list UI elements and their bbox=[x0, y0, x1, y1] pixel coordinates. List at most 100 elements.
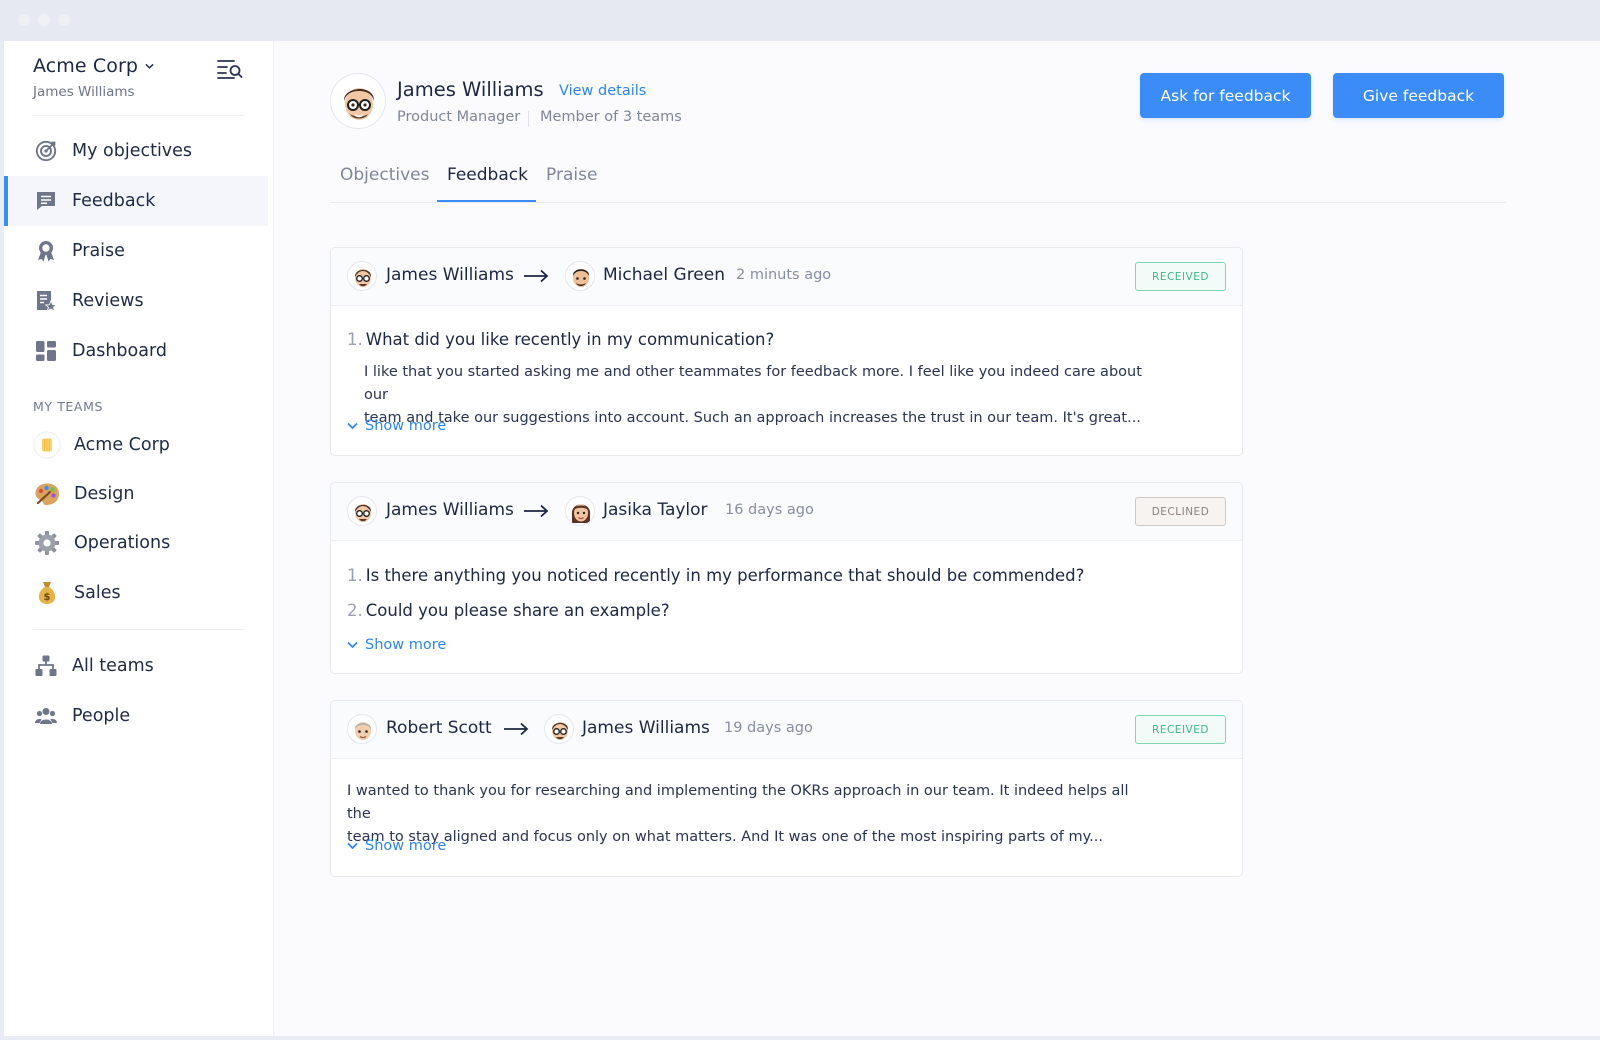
timestamp: 2 minuts ago bbox=[736, 267, 832, 283]
nav-item-feedback[interactable]: Feedback bbox=[4, 176, 268, 226]
recipient-name: Jasika Taylor bbox=[603, 500, 708, 520]
app-window: Acme Corp James Williams My objectives F… bbox=[4, 41, 1600, 1036]
svg-text:$: $ bbox=[44, 592, 51, 603]
dashboard-icon bbox=[36, 341, 56, 361]
status-badge: RECEIVED bbox=[1135, 262, 1226, 291]
nav-item-praise[interactable]: Praise bbox=[4, 226, 268, 276]
nav-label: Dashboard bbox=[72, 341, 167, 361]
nav-item-all-teams[interactable]: All teams bbox=[4, 641, 268, 691]
give-feedback-button[interactable]: Give feedback bbox=[1333, 73, 1504, 118]
feedback-card-header: Robert Scott James Williams 19 days ago … bbox=[331, 701, 1242, 759]
tab-feedback[interactable]: Feedback bbox=[447, 165, 528, 185]
tab-praise[interactable]: Praise bbox=[546, 165, 597, 185]
team-label: Design bbox=[74, 484, 135, 504]
answer-text: I like that you started asking me and ot… bbox=[364, 361, 1164, 430]
my-teams-heading: MY TEAMS bbox=[33, 399, 103, 414]
target-icon bbox=[35, 140, 57, 162]
status-badge: DECLINED bbox=[1135, 497, 1226, 526]
team-label: Acme Corp bbox=[74, 435, 170, 455]
avatar bbox=[347, 496, 377, 526]
show-more-link[interactable]: Show more bbox=[347, 418, 446, 434]
arrow-right-icon bbox=[504, 722, 529, 736]
recipient-name: Michael Green bbox=[603, 265, 725, 285]
window-title-bar bbox=[0, 0, 1600, 41]
award-icon bbox=[38, 241, 54, 262]
team-item-sales[interactable]: $ Sales bbox=[4, 570, 268, 616]
profile-name: James Williams bbox=[397, 78, 544, 101]
avatar bbox=[565, 261, 595, 291]
memoji-glasses-icon bbox=[551, 722, 569, 740]
memoji-icon bbox=[354, 722, 372, 740]
nav-label: People bbox=[72, 706, 131, 726]
nav-item-people[interactable]: People bbox=[4, 691, 268, 741]
org-name: Acme Corp bbox=[33, 55, 139, 77]
sender-name: James Williams bbox=[386, 265, 514, 285]
nav-label: Praise bbox=[72, 241, 125, 261]
avatar bbox=[347, 261, 377, 291]
recipient-name: James Williams bbox=[582, 718, 710, 738]
show-more-label: Show more bbox=[365, 418, 447, 434]
feedback-card: James Williams Jasika Taylor 16 days ago… bbox=[330, 482, 1243, 674]
ask-for-feedback-button[interactable]: Ask for feedback bbox=[1140, 73, 1311, 118]
chevron-down-icon bbox=[347, 641, 358, 649]
menu-search-icon[interactable] bbox=[217, 58, 243, 80]
question-text: Is there anything you noticed recently i… bbox=[365, 566, 1085, 585]
nav-label: Reviews bbox=[72, 291, 144, 311]
arrow-right-icon bbox=[524, 269, 549, 283]
palette-icon bbox=[35, 483, 59, 505]
team-item-acme-corp[interactable]: Acme Corp bbox=[4, 422, 268, 468]
nav-label: Feedback bbox=[72, 191, 156, 211]
nav-item-my-objectives[interactable]: My objectives bbox=[4, 126, 268, 176]
sidebar-divider bbox=[33, 629, 244, 630]
memoji-icon bbox=[571, 504, 591, 523]
chat-icon bbox=[37, 192, 55, 210]
chevron-down-icon bbox=[347, 422, 358, 430]
avatar bbox=[347, 714, 377, 744]
nav-item-dashboard[interactable]: Dashboard bbox=[4, 326, 268, 376]
nav-label: All teams bbox=[72, 656, 154, 676]
show-more-label: Show more bbox=[365, 838, 447, 854]
question: 1. Is there anything you noticed recently… bbox=[347, 566, 1084, 585]
show-more-link[interactable]: Show more bbox=[347, 838, 446, 854]
sidebar-divider bbox=[33, 115, 244, 116]
sender-name: Robert Scott bbox=[386, 718, 492, 738]
tab-objectives[interactable]: Objectives bbox=[340, 165, 429, 185]
window-controls[interactable] bbox=[18, 14, 70, 26]
answer-text: I wanted to thank you for researching an… bbox=[347, 780, 1147, 849]
org-switcher[interactable]: Acme Corp bbox=[33, 55, 154, 77]
profile-role: Product Manager bbox=[397, 109, 521, 125]
org-chart-icon bbox=[35, 655, 57, 676]
show-more-label: Show more bbox=[365, 637, 447, 653]
question-number: 2. bbox=[347, 601, 363, 620]
profile-tabs: Objectives Feedback Praise bbox=[330, 156, 1506, 203]
question-text: Could you please share an example? bbox=[365, 601, 670, 620]
memoji-icon bbox=[572, 269, 590, 287]
show-more-link[interactable]: Show more bbox=[347, 637, 446, 653]
feedback-card: James Williams Michael Green 2 minuts ag… bbox=[330, 247, 1243, 456]
feedback-card: Robert Scott James Williams 19 days ago … bbox=[330, 700, 1243, 877]
timestamp: 19 days ago bbox=[724, 720, 813, 736]
arrow-right-icon bbox=[524, 504, 549, 518]
nav-item-reviews[interactable]: Reviews bbox=[4, 276, 268, 326]
question: 1. What did you like recently in my commu… bbox=[347, 330, 774, 349]
team-item-operations[interactable]: Operations bbox=[4, 520, 268, 566]
profile-separator bbox=[528, 111, 529, 127]
team-item-design[interactable]: Design bbox=[4, 471, 268, 517]
chevron-down-icon bbox=[347, 842, 358, 850]
timestamp: 16 days ago bbox=[725, 502, 814, 518]
avatar bbox=[544, 714, 574, 744]
team-label: Operations bbox=[74, 533, 171, 553]
review-icon bbox=[37, 291, 57, 312]
view-details-link[interactable]: View details bbox=[559, 83, 646, 99]
answer-line: I like that you started asking me and ot… bbox=[364, 364, 1142, 403]
question-number: 1. bbox=[347, 566, 363, 585]
avatar bbox=[565, 496, 595, 526]
answer-line: I wanted to thank you for researching an… bbox=[347, 783, 1129, 822]
feedback-card-header: James Williams Michael Green 2 minuts ag… bbox=[331, 248, 1242, 306]
memoji-glasses-icon bbox=[343, 88, 375, 120]
question-text: What did you like recently in my communi… bbox=[365, 330, 775, 349]
memoji-glasses-icon bbox=[354, 269, 372, 287]
answer-line: team to stay aligned and focus only on w… bbox=[347, 829, 1103, 845]
profile-avatar bbox=[330, 73, 386, 129]
sender-name: James Williams bbox=[386, 500, 514, 520]
